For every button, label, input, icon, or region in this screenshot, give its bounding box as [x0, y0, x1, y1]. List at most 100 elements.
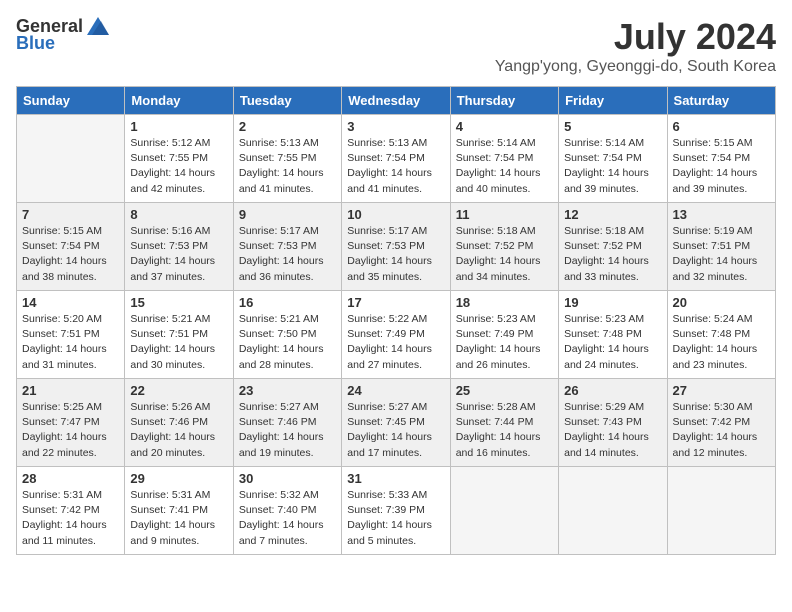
header-tuesday: Tuesday	[233, 87, 341, 115]
calendar-cell: 7 Sunrise: 5:15 AM Sunset: 7:54 PM Daylig…	[17, 203, 125, 291]
calendar-cell: 19 Sunrise: 5:23 AM Sunset: 7:48 PM Dayli…	[559, 291, 667, 379]
day-info: Sunrise: 5:16 AM Sunset: 7:53 PM Dayligh…	[130, 224, 227, 285]
day-info: Sunrise: 5:26 AM Sunset: 7:46 PM Dayligh…	[130, 400, 227, 461]
calendar-cell: 12 Sunrise: 5:18 AM Sunset: 7:52 PM Dayli…	[559, 203, 667, 291]
day-number: 17	[347, 295, 444, 310]
calendar-cell	[17, 115, 125, 203]
day-info: Sunrise: 5:27 AM Sunset: 7:46 PM Dayligh…	[239, 400, 336, 461]
title-block: July 2024 Yangp'yong, Gyeonggi-do, South…	[495, 16, 776, 76]
day-number: 27	[673, 383, 770, 398]
calendar-cell: 8 Sunrise: 5:16 AM Sunset: 7:53 PM Daylig…	[125, 203, 233, 291]
day-info: Sunrise: 5:31 AM Sunset: 7:42 PM Dayligh…	[22, 488, 119, 549]
day-number: 6	[673, 119, 770, 134]
header-wednesday: Wednesday	[342, 87, 450, 115]
header-sunday: Sunday	[17, 87, 125, 115]
calendar-header-row: SundayMondayTuesdayWednesdayThursdayFrid…	[17, 87, 776, 115]
month-title: July 2024	[495, 16, 776, 58]
calendar-cell: 1 Sunrise: 5:12 AM Sunset: 7:55 PM Daylig…	[125, 115, 233, 203]
page-header: General Blue July 2024 Yangp'yong, Gyeon…	[16, 16, 776, 76]
day-number: 7	[22, 207, 119, 222]
logo-icon	[87, 17, 109, 35]
day-info: Sunrise: 5:23 AM Sunset: 7:49 PM Dayligh…	[456, 312, 553, 373]
day-number: 12	[564, 207, 661, 222]
calendar-cell: 23 Sunrise: 5:27 AM Sunset: 7:46 PM Dayli…	[233, 379, 341, 467]
day-info: Sunrise: 5:14 AM Sunset: 7:54 PM Dayligh…	[564, 136, 661, 197]
day-number: 16	[239, 295, 336, 310]
calendar-cell: 9 Sunrise: 5:17 AM Sunset: 7:53 PM Daylig…	[233, 203, 341, 291]
day-number: 22	[130, 383, 227, 398]
calendar-cell: 24 Sunrise: 5:27 AM Sunset: 7:45 PM Dayli…	[342, 379, 450, 467]
day-info: Sunrise: 5:17 AM Sunset: 7:53 PM Dayligh…	[239, 224, 336, 285]
day-number: 4	[456, 119, 553, 134]
day-info: Sunrise: 5:13 AM Sunset: 7:54 PM Dayligh…	[347, 136, 444, 197]
day-info: Sunrise: 5:19 AM Sunset: 7:51 PM Dayligh…	[673, 224, 770, 285]
day-number: 15	[130, 295, 227, 310]
day-number: 18	[456, 295, 553, 310]
day-info: Sunrise: 5:20 AM Sunset: 7:51 PM Dayligh…	[22, 312, 119, 373]
day-number: 1	[130, 119, 227, 134]
day-number: 24	[347, 383, 444, 398]
day-info: Sunrise: 5:21 AM Sunset: 7:50 PM Dayligh…	[239, 312, 336, 373]
calendar-cell: 10 Sunrise: 5:17 AM Sunset: 7:53 PM Dayli…	[342, 203, 450, 291]
header-friday: Friday	[559, 87, 667, 115]
calendar-cell: 26Sunrise: 5:29 AM Sunset: 7:43 PM Dayli…	[559, 379, 667, 467]
day-info: Sunrise: 5:12 AM Sunset: 7:55 PM Dayligh…	[130, 136, 227, 197]
day-number: 5	[564, 119, 661, 134]
day-info: Sunrise: 5:32 AM Sunset: 7:40 PM Dayligh…	[239, 488, 336, 549]
calendar-cell: 27 Sunrise: 5:30 AM Sunset: 7:42 PM Dayli…	[667, 379, 775, 467]
calendar-cell: 3 Sunrise: 5:13 AM Sunset: 7:54 PM Daylig…	[342, 115, 450, 203]
day-info: Sunrise: 5:15 AM Sunset: 7:54 PM Dayligh…	[22, 224, 119, 285]
day-number: 23	[239, 383, 336, 398]
day-info: Sunrise: 5:15 AM Sunset: 7:54 PM Dayligh…	[673, 136, 770, 197]
day-number: 8	[130, 207, 227, 222]
calendar-cell: 18 Sunrise: 5:23 AM Sunset: 7:49 PM Dayli…	[450, 291, 558, 379]
calendar-cell: 15 Sunrise: 5:21 AM Sunset: 7:51 PM Dayli…	[125, 291, 233, 379]
day-number: 13	[673, 207, 770, 222]
day-info: Sunrise: 5:28 AM Sunset: 7:44 PM Dayligh…	[456, 400, 553, 461]
logo-blue: Blue	[16, 33, 55, 54]
day-number: 9	[239, 207, 336, 222]
calendar-cell: 30Sunrise: 5:32 AM Sunset: 7:40 PM Dayli…	[233, 467, 341, 555]
calendar-week-row: 7 Sunrise: 5:15 AM Sunset: 7:54 PM Daylig…	[17, 203, 776, 291]
day-number: 10	[347, 207, 444, 222]
header-saturday: Saturday	[667, 87, 775, 115]
day-number: 3	[347, 119, 444, 134]
day-number: 26	[564, 383, 661, 398]
day-number: 21	[22, 383, 119, 398]
day-info: Sunrise: 5:27 AM Sunset: 7:45 PM Dayligh…	[347, 400, 444, 461]
day-info: Sunrise: 5:22 AM Sunset: 7:49 PM Dayligh…	[347, 312, 444, 373]
header-thursday: Thursday	[450, 87, 558, 115]
day-info: Sunrise: 5:33 AM Sunset: 7:39 PM Dayligh…	[347, 488, 444, 549]
calendar-week-row: 28 Sunrise: 5:31 AM Sunset: 7:42 PM Dayli…	[17, 467, 776, 555]
location-title: Yangp'yong, Gyeonggi-do, South Korea	[495, 58, 776, 76]
day-number: 29	[130, 471, 227, 486]
calendar-cell: 4Sunrise: 5:14 AM Sunset: 7:54 PM Daylig…	[450, 115, 558, 203]
calendar-cell: 16 Sunrise: 5:21 AM Sunset: 7:50 PM Dayli…	[233, 291, 341, 379]
day-number: 14	[22, 295, 119, 310]
day-info: Sunrise: 5:17 AM Sunset: 7:53 PM Dayligh…	[347, 224, 444, 285]
day-info: Sunrise: 5:31 AM Sunset: 7:41 PM Dayligh…	[130, 488, 227, 549]
calendar-week-row: 1 Sunrise: 5:12 AM Sunset: 7:55 PM Daylig…	[17, 115, 776, 203]
calendar-cell: 14 Sunrise: 5:20 AM Sunset: 7:51 PM Dayli…	[17, 291, 125, 379]
day-number: 19	[564, 295, 661, 310]
calendar-cell: 22 Sunrise: 5:26 AM Sunset: 7:46 PM Dayli…	[125, 379, 233, 467]
day-number: 20	[673, 295, 770, 310]
calendar-cell	[450, 467, 558, 555]
day-info: Sunrise: 5:30 AM Sunset: 7:42 PM Dayligh…	[673, 400, 770, 461]
day-info: Sunrise: 5:25 AM Sunset: 7:47 PM Dayligh…	[22, 400, 119, 461]
calendar-week-row: 14 Sunrise: 5:20 AM Sunset: 7:51 PM Dayli…	[17, 291, 776, 379]
day-number: 28	[22, 471, 119, 486]
day-number: 2	[239, 119, 336, 134]
calendar-cell: 25Sunrise: 5:28 AM Sunset: 7:44 PM Dayli…	[450, 379, 558, 467]
logo: General Blue	[16, 16, 109, 54]
calendar-cell	[559, 467, 667, 555]
calendar-cell: 21 Sunrise: 5:25 AM Sunset: 7:47 PM Dayli…	[17, 379, 125, 467]
day-info: Sunrise: 5:24 AM Sunset: 7:48 PM Dayligh…	[673, 312, 770, 373]
calendar-cell: 13 Sunrise: 5:19 AM Sunset: 7:51 PM Dayli…	[667, 203, 775, 291]
calendar-cell: 17 Sunrise: 5:22 AM Sunset: 7:49 PM Dayli…	[342, 291, 450, 379]
day-info: Sunrise: 5:18 AM Sunset: 7:52 PM Dayligh…	[564, 224, 661, 285]
day-info: Sunrise: 5:23 AM Sunset: 7:48 PM Dayligh…	[564, 312, 661, 373]
day-info: Sunrise: 5:21 AM Sunset: 7:51 PM Dayligh…	[130, 312, 227, 373]
calendar-cell: 2Sunrise: 5:13 AM Sunset: 7:55 PM Daylig…	[233, 115, 341, 203]
calendar-cell	[667, 467, 775, 555]
